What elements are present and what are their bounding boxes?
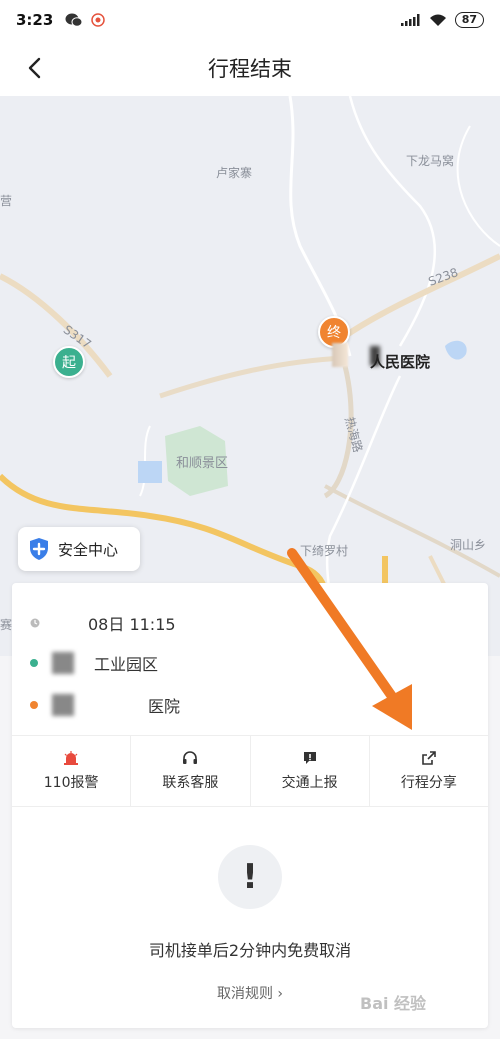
status-bar: 3:23 87	[0, 0, 500, 40]
chevron-left-icon	[28, 57, 41, 79]
trip-card: 08日 11:15 工业园区 医院 110报警 联系客服 交通上报 行程分享 !	[12, 583, 488, 1028]
watermark: Bai 经验	[360, 994, 427, 1013]
customer-service-label: 联系客服	[162, 775, 219, 791]
battery-indicator: 87	[454, 12, 484, 28]
map-label-ying: 营	[0, 194, 13, 208]
customer-service-button[interactable]: 联系客服	[131, 736, 251, 806]
shield-icon	[30, 538, 48, 560]
report-icon	[303, 752, 316, 764]
redacted-area	[332, 343, 348, 367]
police-110-label: 110报警	[43, 775, 99, 791]
trip-origin: 工业园区	[94, 655, 159, 674]
headset-icon	[183, 751, 198, 764]
cancel-notice: 司机接单后2分钟内免费取消	[148, 941, 352, 960]
traffic-report-button[interactable]: 交通上报	[251, 736, 370, 806]
trip-time-row: 08日 11:15	[30, 611, 176, 635]
trip-destination: 医院	[148, 697, 181, 716]
safety-center-label: 安全中心	[58, 540, 119, 559]
map-label-xialongmawo: 下龙马窝	[406, 154, 455, 168]
trip-origin-row: 工业园区	[30, 651, 158, 675]
status-time: 3:23	[16, 11, 54, 29]
clock-icon	[30, 618, 40, 628]
redacted-area	[52, 694, 74, 716]
trip-actions: 110报警 联系客服 交通上报 行程分享	[12, 735, 488, 807]
map-label-heshun: 和顺景区	[176, 456, 229, 471]
app-header: 行程结束	[0, 40, 500, 96]
map-label-sai: 赛	[0, 618, 13, 632]
wifi-icon	[429, 14, 446, 26]
destination-poi-label: 人民医院	[370, 353, 431, 371]
safety-center-button[interactable]: 安全中心	[18, 527, 140, 571]
share-icon	[422, 751, 436, 765]
origin-dot	[30, 659, 38, 667]
trip-time: 08日 11:15	[88, 615, 176, 634]
route-map[interactable]: 卢家寨 下龙马窝 S238 S317 和顺景区 热海路 下绮罗村 洞山乡 营 赛…	[0, 96, 500, 656]
police-110-button[interactable]: 110报警	[12, 736, 132, 806]
map-label-xiaqiluo: 下绮罗村	[300, 544, 349, 558]
wechat-icon	[65, 13, 83, 27]
cancel-rules-link[interactable]: 取消规则 ›	[217, 983, 283, 1003]
back-button[interactable]	[18, 52, 50, 84]
signal-icon	[400, 14, 420, 26]
redacted-area	[52, 652, 74, 674]
traffic-report-label: 交通上报	[281, 775, 338, 791]
destination-dot	[30, 701, 38, 709]
trip-destination-row: 医院	[30, 693, 180, 717]
start-pin[interactable]: 起	[53, 346, 85, 378]
map-label-lujiazhai: 卢家寨	[216, 166, 253, 180]
exclamation-icon: !	[218, 845, 282, 909]
page-title: 行程结束	[208, 57, 292, 81]
trip-share-label: 行程分享	[400, 775, 457, 791]
app-notification-icon	[91, 13, 106, 27]
alarm-icon	[64, 751, 79, 765]
map-label-dongshan: 洞山乡	[450, 538, 487, 552]
trip-share-button[interactable]: 行程分享	[370, 736, 488, 806]
